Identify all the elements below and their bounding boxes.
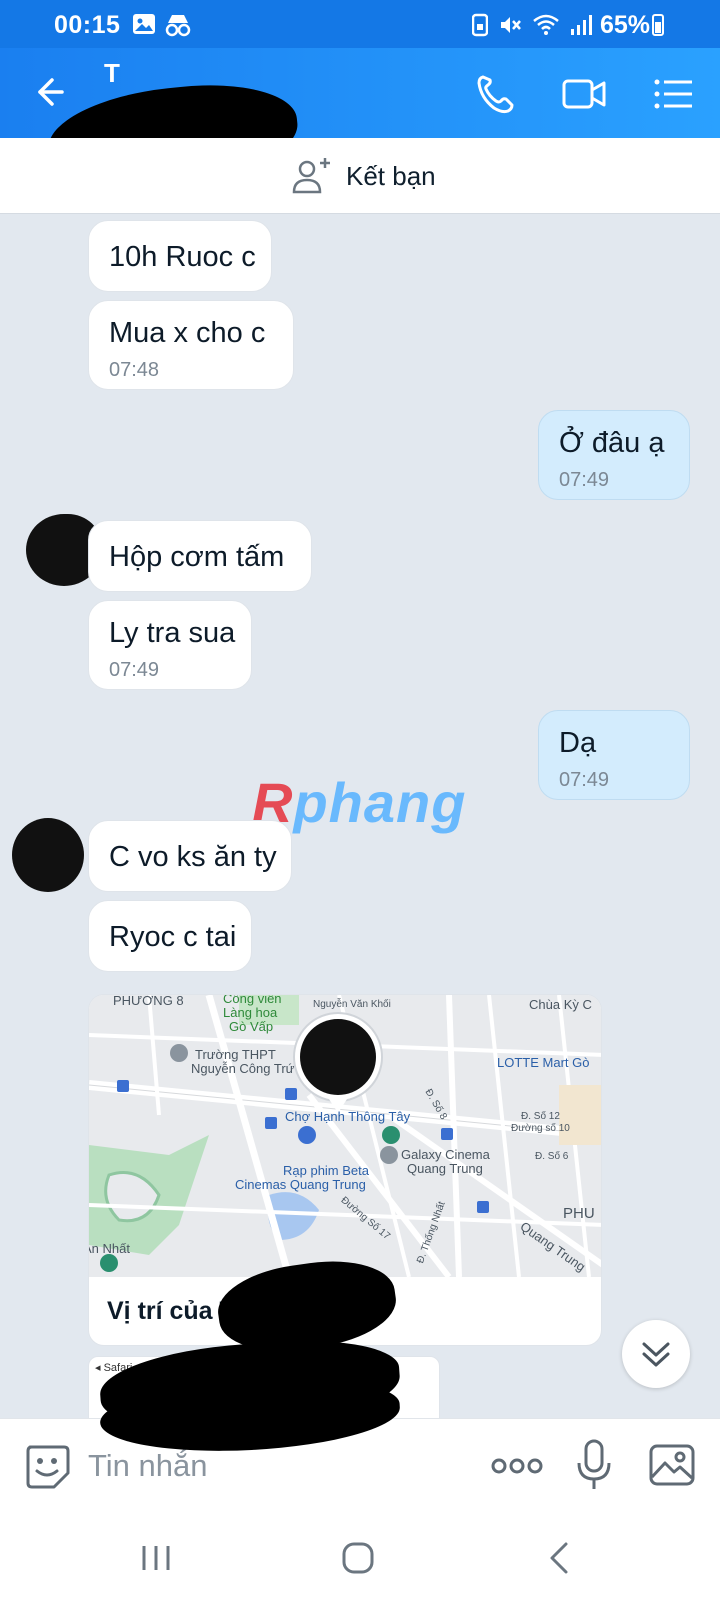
status-icons-left: [132, 13, 192, 37]
message-input[interactable]: [88, 1443, 458, 1489]
map-label: Đường số 10: [511, 1123, 570, 1134]
microphone-icon[interactable]: [576, 1439, 612, 1491]
battery-percent: 65%: [599, 11, 650, 39]
lock-sim-icon: [472, 13, 488, 37]
wifi-icon: [533, 14, 559, 35]
message-time: 07:48: [109, 359, 160, 381]
scroll-to-bottom-button[interactable]: [622, 1320, 690, 1388]
back-arrow-icon[interactable]: [30, 74, 66, 110]
phone-icon[interactable]: [474, 72, 518, 116]
more-dots-icon[interactable]: [490, 1449, 544, 1483]
message-text: Ở đâu ạ: [559, 427, 665, 459]
mute-icon: [501, 17, 521, 33]
chat-header: T: [0, 48, 720, 197]
recent-apps-icon[interactable]: [136, 1540, 176, 1576]
location-caption: Vị trí của T: [107, 1297, 235, 1325]
message-time: 07:49: [559, 469, 610, 491]
chevron-double-down-icon: [642, 1342, 670, 1367]
message-text: Mua x cho c: [109, 317, 266, 349]
signal-icon: [571, 15, 592, 35]
add-friend-icon: [292, 158, 330, 194]
map-label: LOTTE Mart Gò: [497, 1055, 590, 1070]
map-label: Đ. Số 12: [521, 1111, 560, 1122]
map-label: Nguyễn Công Trứ: [191, 1061, 295, 1076]
map-label: Gò Vấp: [229, 1019, 274, 1034]
gallery-notification-icon: [133, 14, 155, 34]
message-text: Ryoc c tai: [109, 921, 237, 953]
image-gallery-icon[interactable]: [648, 1441, 696, 1489]
message-bubble[interactable]: Mua x cho c 07:48: [88, 300, 294, 390]
list-menu-icon[interactable]: [652, 72, 696, 116]
message-text: Dạ: [559, 727, 597, 759]
system-nav-bar: [0, 1514, 720, 1600]
map-label: Trường THPT: [195, 1047, 276, 1062]
map-label: Galaxy Cinema: [401, 1147, 490, 1162]
map-label: Chùa Kỳ C: [529, 997, 592, 1012]
sticker-smile-icon[interactable]: [24, 1443, 70, 1489]
map-label: Chợ Hạnh Thông Tây: [285, 1109, 411, 1124]
message-bubble[interactable]: Hộp cơm tấm: [88, 520, 312, 592]
status-time: 00:15: [54, 11, 121, 39]
message-bubble-outgoing[interactable]: Ở đâu ạ 07:49: [538, 410, 690, 500]
message-time: 07:49: [109, 659, 160, 681]
map-label: An Nhất: [89, 1241, 130, 1256]
map-label: PHƯỜNG 8: [113, 994, 184, 1008]
message-bubble-outgoing[interactable]: Dạ 07:49: [538, 710, 690, 800]
status-bar: 00:15 65%: [0, 0, 720, 48]
chat-area[interactable]: 10h Ruoc c Mua x cho c 07:48 Ở đâu ạ 07:…: [0, 214, 720, 1418]
add-friend-label: Kết bạn: [346, 160, 436, 191]
map-label: Cinemas Quang Trung: [235, 1177, 366, 1192]
contact-name[interactable]: T: [104, 58, 120, 89]
map-label: Nguyễn Văn Khối: [313, 999, 391, 1010]
map-label: PHU: [563, 1205, 595, 1222]
message-bubble[interactable]: Ly tra sua 07:49: [88, 600, 252, 690]
back-icon[interactable]: [540, 1540, 580, 1576]
incognito-icon: [165, 15, 191, 37]
map-label: Rạp phim Beta: [283, 1163, 369, 1178]
message-text: Hộp cơm tấm: [109, 541, 285, 573]
video-camera-icon[interactable]: [562, 72, 606, 116]
add-friend-button[interactable]: Kết bạn: [292, 156, 436, 196]
message-text: C vo ks ăn ty: [109, 841, 277, 873]
message-bubble[interactable]: C vo ks ăn ty: [88, 820, 292, 892]
map-label: Đ. Số 6: [535, 1151, 569, 1162]
message-bubble[interactable]: 10h Ruoc c: [88, 220, 272, 292]
battery-icon: [652, 14, 664, 36]
map-label: Quang Trung: [407, 1161, 483, 1176]
contact-avatar[interactable]: [12, 818, 84, 892]
add-friend-bar: Kết bạn: [0, 138, 720, 214]
map-label: Làng hoa: [223, 1005, 278, 1020]
message-time: 07:49: [559, 769, 610, 791]
message-text: 10h Ruoc c: [109, 241, 256, 273]
message-bubble[interactable]: Ryoc c tai: [88, 900, 252, 972]
message-text: Ly tra sua: [109, 617, 236, 649]
location-map[interactable]: PHƯỜNG 8 Công viên Làng hoa Gò Vấp Nguyễ…: [89, 994, 601, 1277]
status-icons-right: [472, 13, 592, 37]
home-icon[interactable]: [338, 1540, 378, 1576]
